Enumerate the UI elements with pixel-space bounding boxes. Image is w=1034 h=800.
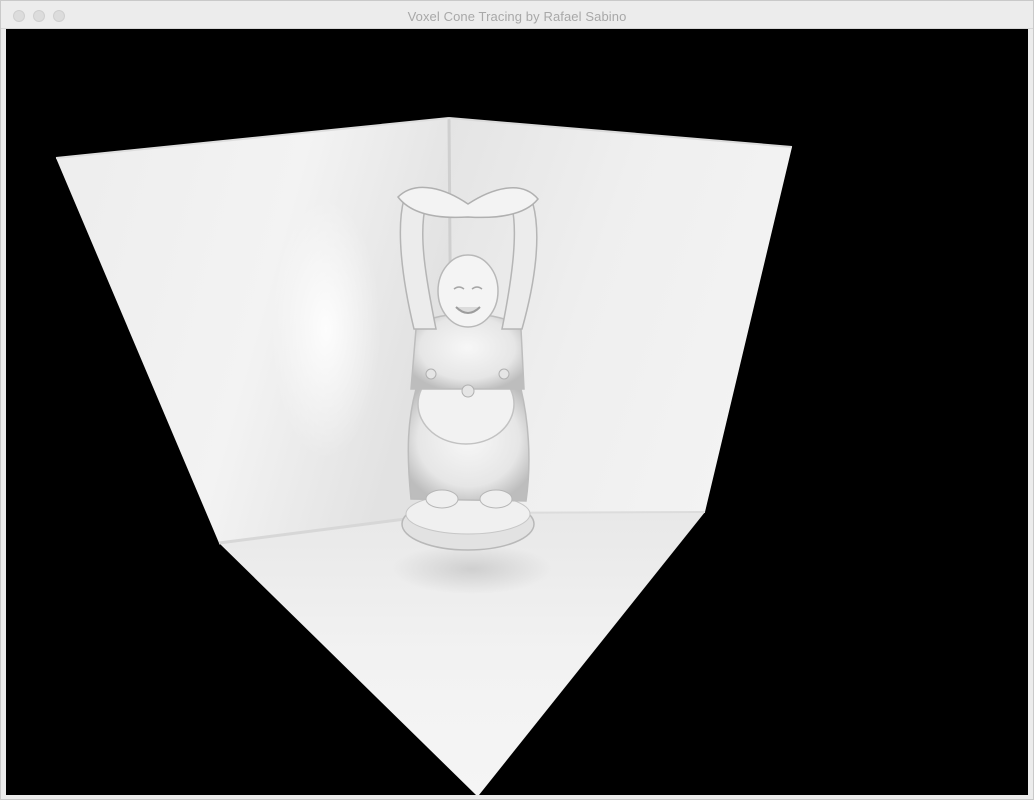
title-bar[interactable]: Voxel Cone Tracing by Rafael Sabino	[1, 1, 1033, 29]
window-title: Voxel Cone Tracing by Rafael Sabino	[407, 9, 627, 24]
app-window: Voxel Cone Tracing by Rafael Sabino	[0, 0, 1034, 800]
left-wall	[56, 118, 452, 543]
scene-render	[55, 117, 793, 795]
render-viewport[interactable]	[6, 29, 1028, 795]
